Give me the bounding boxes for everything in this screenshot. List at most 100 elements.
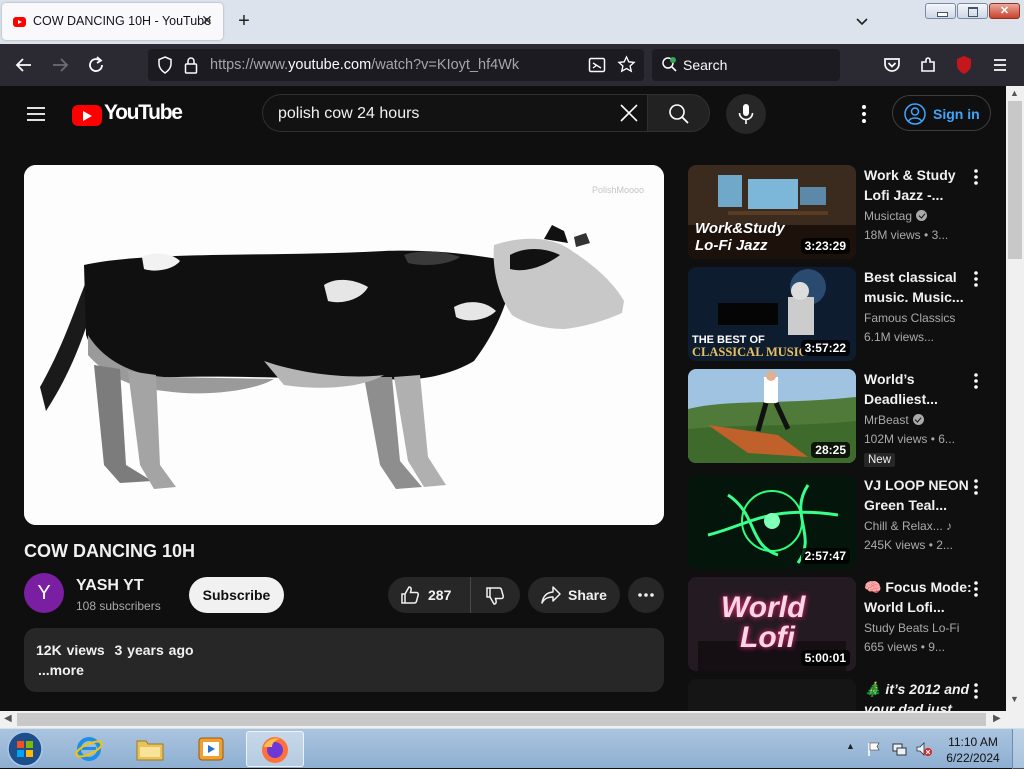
title-line-1: VJ LOOP NEON xyxy=(864,477,969,493)
lock-icon[interactable] xyxy=(182,55,200,75)
youtube-header: YouTube polish cow 24 hours Sign in xyxy=(0,86,1006,142)
url-domain: youtube.com xyxy=(288,57,372,73)
recommendation-item[interactable]: World Lofi 5:00:01 🧠 Focus Mode: World Lo… xyxy=(688,577,998,673)
youtube-search-button[interactable] xyxy=(647,94,710,132)
scroll-down-arrow-icon[interactable]: ▼ xyxy=(1010,694,1019,704)
thumbnail-2012-dad[interactable] xyxy=(688,679,856,711)
show-hidden-icons-arrow-icon[interactable]: ▲ xyxy=(846,741,855,751)
recommendation-title[interactable]: Best classical music. Music... xyxy=(864,267,976,307)
youtube-search-input[interactable]: polish cow 24 hours xyxy=(262,94,647,132)
file-explorer-taskbar-item[interactable] xyxy=(121,731,179,767)
youtube-logo-icon[interactable] xyxy=(72,105,102,126)
more-actions-button[interactable] xyxy=(628,577,664,613)
guide-menu-icon[interactable] xyxy=(24,102,48,126)
action-center-flag-icon[interactable] xyxy=(866,741,882,757)
search-engine-google-icon xyxy=(662,57,677,72)
more-vertical-icon[interactable] xyxy=(968,371,984,391)
like-button[interactable]: 287 xyxy=(388,577,471,613)
recommendation-channel[interactable]: Musictag xyxy=(864,209,928,223)
channel-label: Musictag xyxy=(864,209,913,223)
recommendation-channel[interactable]: Chill & Relax... ♪ xyxy=(864,519,952,533)
scroll-right-arrow-icon[interactable]: ▶ xyxy=(993,713,1001,724)
settings-more-vertical-icon[interactable] xyxy=(852,102,876,126)
window-restore-button[interactable] xyxy=(957,3,988,19)
new-tab-plus-icon[interactable]: + xyxy=(232,9,256,33)
recommendation-stats: 245K views • 2... xyxy=(864,538,953,552)
more-vertical-icon[interactable] xyxy=(968,167,984,187)
show-more-link[interactable]: ...more xyxy=(38,662,84,678)
window-close-button[interactable] xyxy=(989,3,1020,19)
description-box[interactable]: 12K views 3 years ago ...more xyxy=(24,628,664,692)
ublock-extension-icon[interactable] xyxy=(952,53,976,77)
tracking-protection-shield-icon[interactable] xyxy=(155,55,175,75)
channel-label: Chill & Relax... xyxy=(864,519,943,533)
firefox-taskbar-item[interactable] xyxy=(246,731,304,767)
pocket-icon[interactable] xyxy=(880,53,904,77)
extensions-puzzle-icon[interactable] xyxy=(916,53,940,77)
more-vertical-icon[interactable] xyxy=(968,579,984,599)
dislike-button[interactable] xyxy=(472,577,520,613)
more-vertical-icon[interactable] xyxy=(968,269,984,289)
recommendation-channel[interactable]: Famous Classics xyxy=(864,311,955,325)
title-line-1: Best classical xyxy=(864,269,957,285)
recommendation-channel[interactable]: Study Beats Lo-Fi xyxy=(864,621,959,635)
recommendation-item[interactable]: 2:57:47 VJ LOOP NEON Green Teal... Chill … xyxy=(688,475,998,571)
address-bar[interactable]: https://www.youtube.com/watch?v=KIoyt_hf… xyxy=(148,49,644,81)
microphone-icon xyxy=(738,104,754,124)
vertical-scroll-thumb[interactable] xyxy=(1008,101,1022,259)
network-icon[interactable] xyxy=(891,741,907,757)
window-minimize-button[interactable] xyxy=(925,3,956,19)
subscribe-button[interactable]: Subscribe xyxy=(189,577,284,613)
share-button[interactable]: Share xyxy=(528,577,620,613)
sign-in-button[interactable]: Sign in xyxy=(892,95,991,131)
bookmark-star-icon[interactable] xyxy=(617,55,636,74)
recommendation-title[interactable]: VJ LOOP NEON Green Teal... xyxy=(864,475,976,515)
clear-search-x-icon[interactable] xyxy=(619,103,639,123)
reader-view-icon[interactable] xyxy=(588,56,606,74)
back-arrow-icon[interactable] xyxy=(12,53,36,77)
recommendation-title[interactable]: 🎄 it’s 2012 and your dad just... xyxy=(864,679,976,711)
media-player-taskbar-item[interactable] xyxy=(182,731,240,767)
scroll-up-arrow-icon[interactable]: ▲ xyxy=(1010,88,1019,98)
sign-in-label: Sign in xyxy=(933,106,980,122)
channel-avatar[interactable]: Y xyxy=(24,573,64,613)
internet-explorer-taskbar-item[interactable] xyxy=(60,731,118,767)
thumbnail-classical-music[interactable]: THE BEST OF CLASSICAL MUSIC 3:57:22 xyxy=(688,267,856,361)
horizontal-scroll-thumb[interactable] xyxy=(17,713,986,726)
recommendation-channel[interactable]: MrBeast xyxy=(864,413,924,427)
system-clock[interactable]: 11:10 AM 6/22/2024 xyxy=(944,734,1002,766)
thumbnail-world-lofi[interactable]: World Lofi 5:00:01 xyxy=(688,577,856,671)
hamburger-menu-icon[interactable] xyxy=(988,53,1012,77)
browser-search-box[interactable]: Search xyxy=(652,49,840,81)
youtube-logo-text[interactable]: YouTube xyxy=(104,101,183,125)
list-all-tabs-chevron-icon[interactable] xyxy=(852,11,872,31)
channel-name[interactable]: YASH YT xyxy=(76,577,144,595)
recommendation-title[interactable]: 🧠 Focus Mode: World Lofi... xyxy=(864,577,976,617)
scroll-left-arrow-icon[interactable]: ◀ xyxy=(4,713,12,724)
age-label: • 9... xyxy=(920,640,945,654)
recommendation-item[interactable]: Work&Study Lo-Fi Jazz 3:23:29 Work & Stu… xyxy=(688,165,998,261)
thumb-text-2: Lo-Fi Jazz xyxy=(695,237,768,254)
thumbnail-work-study[interactable]: Work&Study Lo-Fi Jazz 3:23:29 xyxy=(688,165,856,259)
forward-arrow-icon[interactable] xyxy=(48,53,72,77)
recommendation-item[interactable]: 28:25 World’s Deadliest... MrBeast 102M v… xyxy=(688,369,998,467)
more-vertical-icon[interactable] xyxy=(968,681,984,701)
thumbs-down-icon xyxy=(486,587,505,605)
recommendation-title[interactable]: Work & Study Lofi Jazz -... xyxy=(864,165,976,205)
recommendation-title[interactable]: World’s Deadliest... xyxy=(864,369,976,409)
thumbnail-mrbeast[interactable]: 28:25 xyxy=(688,369,856,463)
voice-search-button[interactable] xyxy=(726,94,766,134)
tab-close-icon[interactable]: ✕ xyxy=(197,10,217,30)
show-desktop-button[interactable] xyxy=(1012,729,1024,769)
recommendation-item[interactable]: 🎄 it’s 2012 and your dad just... xyxy=(688,679,998,711)
volume-muted-icon[interactable] xyxy=(915,741,933,757)
more-vertical-icon[interactable] xyxy=(968,477,984,497)
video-player[interactable]: PolishMoooo xyxy=(24,165,664,525)
thumbnail-neon-loop[interactable]: 2:57:47 xyxy=(688,475,856,569)
browser-tab-active[interactable]: COW DANCING 10H - YouTube ✕ xyxy=(2,3,223,40)
recommendation-item[interactable]: THE BEST OF CLASSICAL MUSIC 3:57:22 Best… xyxy=(688,267,998,363)
reload-icon[interactable] xyxy=(84,53,108,77)
url-text[interactable]: https://www.youtube.com/watch?v=KIoyt_hf… xyxy=(210,57,519,73)
views-label: 245K views xyxy=(864,538,926,552)
windows-start-orb-icon[interactable] xyxy=(6,730,44,768)
